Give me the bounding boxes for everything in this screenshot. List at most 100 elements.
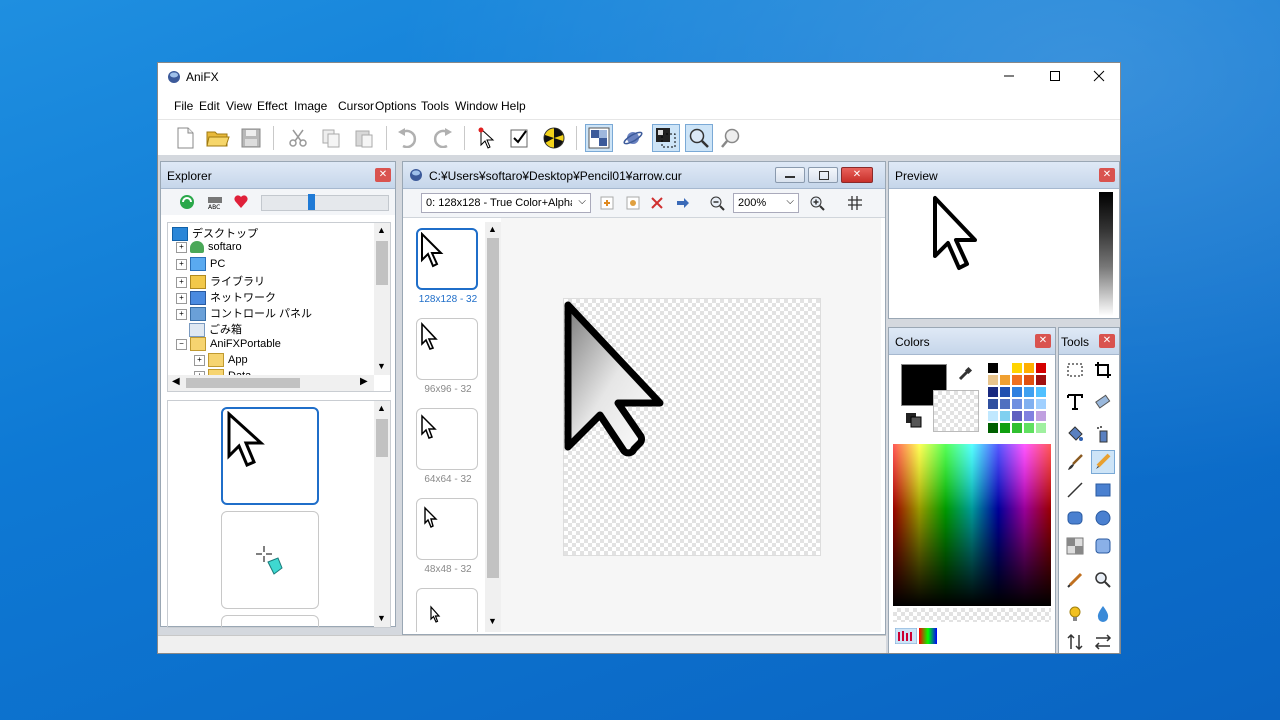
eyedropper-tool[interactable] bbox=[1063, 568, 1087, 592]
palette-swatch[interactable] bbox=[1035, 410, 1047, 422]
menu-edit[interactable]: Edit bbox=[199, 99, 220, 113]
palette-swatch[interactable] bbox=[1011, 422, 1023, 434]
delete-frame-icon[interactable] bbox=[649, 195, 665, 214]
spectrum-mode-icon[interactable] bbox=[919, 628, 937, 647]
save-button[interactable] bbox=[237, 124, 265, 152]
grid-view-button[interactable] bbox=[585, 124, 613, 152]
tools-close-button[interactable]: ✕ bbox=[1099, 334, 1115, 348]
tree-horizontal-scrollbar[interactable]: ◀ ▶ bbox=[168, 375, 374, 391]
palette-swatch[interactable] bbox=[987, 422, 999, 434]
palette-mode-icon[interactable] bbox=[894, 627, 918, 647]
tree-item-library[interactable]: + ライブラリ bbox=[176, 273, 265, 290]
slider-thumb[interactable] bbox=[308, 194, 315, 210]
drop-tool[interactable] bbox=[1091, 602, 1115, 626]
animation-button[interactable] bbox=[540, 124, 568, 152]
palette-swatch[interactable] bbox=[987, 362, 999, 374]
tree-item-app[interactable]: + App bbox=[194, 353, 248, 369]
menu-options[interactable]: Options bbox=[375, 99, 416, 113]
scroll-left-icon[interactable]: ◀ bbox=[172, 376, 180, 387]
paste-button[interactable] bbox=[350, 124, 378, 152]
fill-tool[interactable] bbox=[1063, 422, 1087, 446]
rect-select-tool[interactable] bbox=[1063, 358, 1087, 382]
rounded-rect-tool[interactable] bbox=[1063, 506, 1087, 530]
scroll-down-icon[interactable]: ▼ bbox=[488, 616, 497, 626]
pattern-tool[interactable] bbox=[1063, 534, 1087, 558]
frame-thumbnail[interactable] bbox=[416, 498, 478, 560]
scroll-up-icon[interactable]: ▲ bbox=[377, 403, 386, 413]
zoom-reset-button[interactable] bbox=[718, 124, 746, 152]
text-tool[interactable] bbox=[1063, 390, 1087, 414]
close-button[interactable] bbox=[1076, 63, 1120, 91]
scroll-up-icon[interactable]: ▲ bbox=[488, 224, 497, 234]
colors-close-button[interactable]: ✕ bbox=[1035, 334, 1051, 348]
palette-swatch[interactable] bbox=[1011, 362, 1023, 374]
light-tool[interactable] bbox=[1063, 602, 1087, 626]
palette-swatch[interactable] bbox=[1023, 374, 1035, 386]
scroll-thumb[interactable] bbox=[376, 241, 388, 285]
document-close-button[interactable]: ✕ bbox=[841, 167, 873, 183]
swap-colors-icon[interactable] bbox=[905, 412, 923, 431]
drive-abc-icon[interactable]: ABC bbox=[207, 194, 223, 213]
palette-swatch[interactable] bbox=[999, 398, 1011, 410]
tree-item-control-panel[interactable]: + コントロール パネル bbox=[176, 305, 312, 322]
palette-swatch[interactable] bbox=[1035, 422, 1047, 434]
magnify-tool[interactable] bbox=[1091, 568, 1115, 592]
scroll-down-icon[interactable]: ▼ bbox=[377, 361, 386, 371]
palette-swatch[interactable] bbox=[999, 362, 1011, 374]
preview-close-button[interactable]: ✕ bbox=[1099, 168, 1115, 182]
file-thumbnail-selected[interactable] bbox=[221, 407, 319, 505]
cut-button[interactable] bbox=[284, 124, 312, 152]
frame-thumbnail[interactable] bbox=[416, 588, 478, 632]
menu-tools[interactable]: Tools bbox=[421, 99, 449, 113]
palette-swatch[interactable] bbox=[1023, 410, 1035, 422]
palette-swatch[interactable] bbox=[1011, 398, 1023, 410]
menu-help[interactable]: Help bbox=[501, 99, 526, 113]
menu-window[interactable]: Window bbox=[455, 99, 498, 113]
maximize-button[interactable] bbox=[1032, 63, 1078, 91]
palette-swatch[interactable] bbox=[1035, 386, 1047, 398]
brush-tool[interactable] bbox=[1063, 450, 1087, 474]
menu-cursor[interactable]: Cursor bbox=[338, 99, 374, 113]
eyedropper-icon[interactable] bbox=[957, 366, 973, 385]
gradient-tool[interactable] bbox=[1091, 534, 1115, 558]
tree-item-desktop[interactable]: デスクトップ bbox=[172, 225, 258, 242]
refresh-icon[interactable] bbox=[179, 194, 195, 213]
image-canvas[interactable] bbox=[563, 298, 821, 556]
color-spectrum[interactable] bbox=[893, 444, 1051, 606]
menu-file[interactable]: File bbox=[174, 99, 193, 113]
zoom-in-icon[interactable] bbox=[809, 195, 825, 214]
palette-swatch[interactable] bbox=[1011, 410, 1023, 422]
import-frame-icon[interactable] bbox=[625, 195, 641, 214]
mirror-tool[interactable] bbox=[1091, 630, 1115, 653]
flip-tool[interactable] bbox=[1063, 630, 1087, 653]
thumbnail-size-slider[interactable] bbox=[261, 194, 389, 211]
menu-view[interactable]: View bbox=[226, 99, 252, 113]
frame-thumbnail[interactable] bbox=[416, 408, 478, 470]
palette-swatch[interactable] bbox=[1011, 374, 1023, 386]
minimize-button[interactable] bbox=[986, 63, 1032, 91]
thumbnails-vertical-scrollbar[interactable]: ▲ ▼ bbox=[374, 401, 390, 627]
scroll-down-icon[interactable]: ▼ bbox=[377, 613, 386, 623]
copy-button[interactable] bbox=[317, 124, 345, 152]
palette-swatch[interactable] bbox=[1023, 386, 1035, 398]
tree-item-softaro[interactable]: + softaro bbox=[176, 241, 242, 257]
palette-swatch[interactable] bbox=[1023, 362, 1035, 374]
document-minimize-button[interactable] bbox=[775, 167, 805, 183]
spray-tool[interactable] bbox=[1091, 422, 1115, 446]
palette-swatch[interactable] bbox=[999, 422, 1011, 434]
hotspot-button[interactable] bbox=[473, 124, 501, 152]
frame-thumbnail-selected[interactable] bbox=[416, 228, 478, 290]
format-select[interactable]: 0: 128x128 - True Color+Alpha ⌵ bbox=[421, 193, 591, 213]
eraser-tool[interactable] bbox=[1091, 390, 1115, 414]
palette-swatch[interactable] bbox=[1035, 362, 1047, 374]
palette-swatch[interactable] bbox=[1023, 422, 1035, 434]
grid-toggle-icon[interactable] bbox=[847, 195, 863, 214]
frames-vertical-scrollbar[interactable]: ▲ ▼ bbox=[485, 222, 501, 632]
palette-swatch[interactable] bbox=[987, 410, 999, 422]
test-cursor-button[interactable] bbox=[506, 124, 534, 152]
file-thumbnail[interactable] bbox=[221, 615, 319, 627]
palette-swatch[interactable] bbox=[999, 410, 1011, 422]
add-frame-icon[interactable] bbox=[599, 195, 615, 214]
favorite-heart-icon[interactable] bbox=[233, 194, 249, 213]
redo-button[interactable] bbox=[428, 124, 456, 152]
